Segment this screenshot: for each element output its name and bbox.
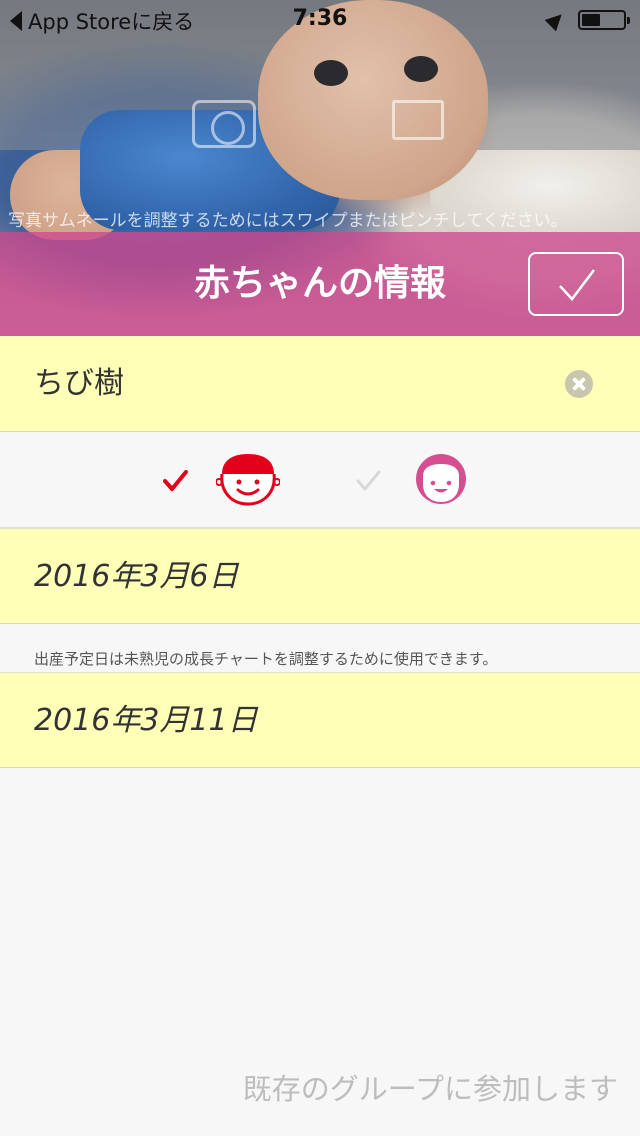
photo-baby-eye-left (314, 60, 348, 86)
due-date-field[interactable]: 2016年3月11日 (0, 672, 640, 768)
status-time: 7:36 (292, 6, 348, 31)
title-bar: 赤ちゃんの情報 (0, 232, 640, 336)
baby-name-value[interactable]: ちび樹 (34, 336, 124, 432)
photo-frame-icon[interactable] (392, 100, 444, 140)
girl-unselected-check-icon (356, 470, 381, 491)
battery-icon (578, 10, 630, 30)
join-existing-group-link[interactable]: 既存のグループに参加します (243, 1066, 618, 1108)
boy-selected-check-icon (163, 470, 188, 491)
photo-adjust-hint: 写真サムネールを調整するためにはスワイプまたはピンチしてください。 (8, 211, 568, 231)
birth-date-field[interactable]: 2016年3月6日 (0, 528, 640, 624)
due-date-value[interactable]: 2016年3月11日 (34, 673, 258, 769)
confirm-button[interactable] (528, 252, 624, 316)
battery-fill (582, 14, 600, 26)
gender-selector (0, 432, 640, 528)
camera-icon[interactable] (192, 100, 256, 148)
photo-baby-eye-right (404, 56, 438, 82)
clear-name-icon[interactable] (565, 370, 593, 398)
baby-name-field[interactable]: ちび樹 (0, 336, 640, 432)
boy-icon[interactable] (216, 452, 280, 508)
checkmark-icon (559, 269, 595, 301)
girl-icon[interactable] (414, 452, 468, 508)
status-bar: App Storeに戻る 7:36 (0, 0, 640, 40)
due-date-note: 出産予定日は未熟児の成長チャートを調整するために使用できます。 (34, 650, 498, 668)
birth-date-value[interactable]: 2016年3月6日 (34, 529, 239, 625)
